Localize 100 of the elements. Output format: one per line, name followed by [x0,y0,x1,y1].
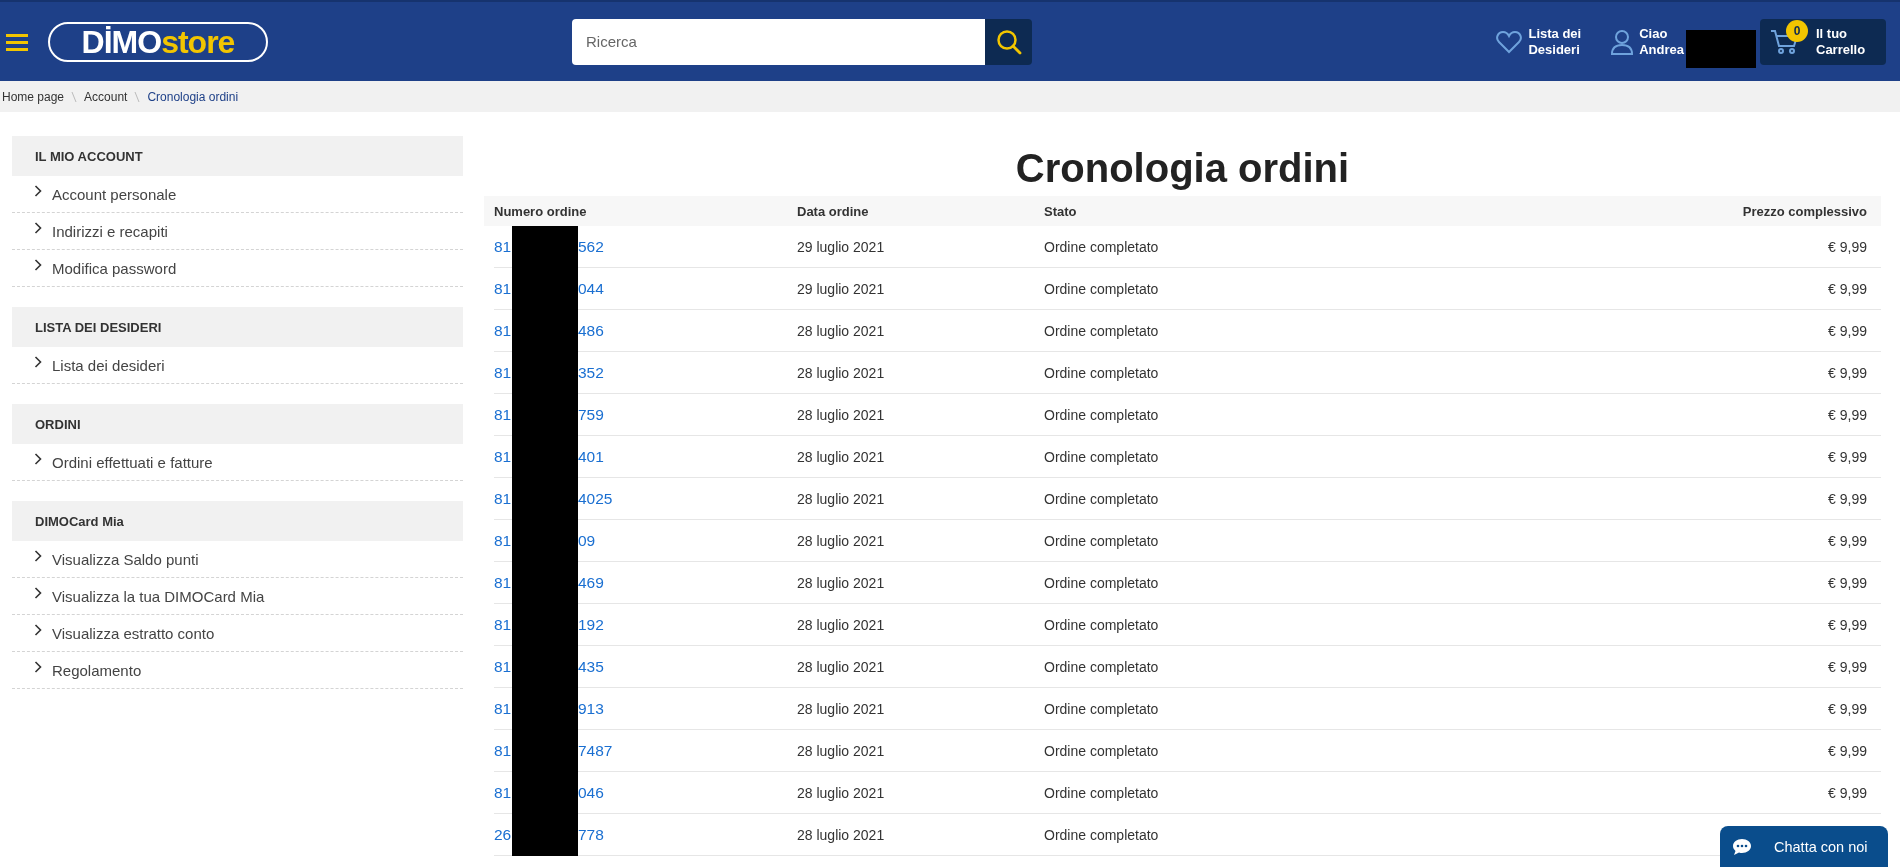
sidebar-link[interactable]: Lista dei desideri [12,347,463,384]
order-date: 28 luglio 2021 [797,700,886,717]
order-price: € 9,99 [1827,616,1868,633]
order-status: Ordine completato [1044,574,1160,591]
sidebar-group-title: LISTA DEI DESIDERI [12,307,463,347]
order-date: 28 luglio 2021 [797,364,886,381]
order-status: Ordine completato [1044,700,1160,717]
store-logo[interactable]: DİMOstore [48,21,268,62]
order-status: Ordine completato [1044,532,1160,549]
sidebar-link[interactable]: Account personale [12,176,463,213]
sidebar-link[interactable]: Visualizza la tua DIMOCard Mia [12,578,463,615]
breadcrumb-link[interactable]: Account [84,89,128,104]
search-button[interactable] [985,18,1032,65]
separator-icon [71,90,78,103]
order-number-link[interactable]: 26 778 [494,825,797,844]
order-status: Ordine completato [1044,826,1160,843]
sidebar-link[interactable]: Indirizzi e recapiti [12,213,463,250]
user-icon[interactable] [1611,28,1634,55]
order-status: Ordine completato [1044,280,1160,297]
chevron-icon [34,661,42,673]
cart-button[interactable]: 0 Il tuo Carrello [1760,18,1886,65]
sidebar-group-title: ORDINI [12,404,463,444]
sidebar-link[interactable]: Ordini effettuati e fatture [12,444,463,481]
order-number-link[interactable]: 81 913 [494,699,797,718]
breadcrumb-link[interactable]: Cronologia ordini [147,89,239,104]
separator-icon [134,90,141,103]
order-status: Ordine completato [1044,322,1160,339]
order-date: 28 luglio 2021 [797,742,886,759]
order-price: € 9,99 [1827,574,1868,591]
search-icon [995,28,1022,55]
order-date: 28 luglio 2021 [797,826,886,843]
chat-button[interactable]: Chatta con noi [1720,826,1888,867]
order-date: 28 luglio 2021 [797,574,886,591]
order-number-link[interactable]: 81 759 [494,405,797,424]
cart-icon [1770,28,1798,55]
chevron-icon [34,185,42,197]
order-price: € 9,99 [1827,364,1868,381]
order-date: 29 luglio 2021 [797,280,886,297]
sidebar-link[interactable]: Regolamento [12,652,463,689]
order-number-link[interactable]: 81 046 [494,783,797,802]
breadcrumb-link[interactable]: Home page [2,89,65,104]
column-header: Stato [1043,203,1078,219]
order-price: € 9,99 [1827,658,1868,675]
order-status: Ordine completato [1044,490,1160,507]
order-price: € 9,99 [1827,532,1868,549]
cart-count-badge: 0 [1786,19,1808,42]
sidebar-group-title: DIMOCard Mia [12,501,463,541]
page-title: Cronologia ordini [1014,145,1351,192]
sidebar-link[interactable]: Visualizza estratto conto [12,615,463,652]
chevron-icon [34,222,42,234]
heart-icon[interactable] [1496,29,1523,54]
order-number-link[interactable]: 81 352 [494,363,797,382]
column-header: Prezzo complessivo [1741,203,1868,219]
order-number-link[interactable]: 81 7487 [494,741,797,760]
order-date: 28 luglio 2021 [797,658,886,675]
column-header: Numero ordine [493,203,588,219]
column-header: Data ordine [796,203,870,219]
chevron-icon [34,587,42,599]
user-greeting[interactable]: Ciao Andrea [1639,25,1684,58]
order-price: € 9,99 [1827,742,1868,759]
chevron-icon [34,453,42,465]
order-price: € 9,99 [1827,784,1868,801]
order-status: Ordine completato [1044,406,1160,423]
menu-icon[interactable] [6,31,28,52]
order-status: Ordine completato [1044,364,1160,381]
order-status: Ordine completato [1044,238,1160,255]
order-number-link[interactable]: 81 435 [494,657,797,676]
order-date: 28 luglio 2021 [797,490,886,507]
sidebar-link[interactable]: Modifica password [12,250,463,287]
order-number-link[interactable]: 81 09 [494,531,797,550]
order-number-link[interactable]: 81 4025 [494,489,797,508]
chevron-icon [34,550,42,562]
sidebar-link[interactable]: Visualizza Saldo punti [12,541,463,578]
chevron-icon [34,624,42,636]
order-number-link[interactable]: 81 562 [494,237,797,256]
order-date: 28 luglio 2021 [797,322,886,339]
order-number-link[interactable]: 81 401 [494,447,797,466]
order-status: Ordine completato [1044,784,1160,801]
order-date: 29 luglio 2021 [797,238,886,255]
order-price: € 9,99 [1827,490,1868,507]
wishlist-link[interactable]: Lista dei Desideri [1528,25,1582,58]
order-price: € 9,99 [1827,406,1868,423]
order-number-link[interactable]: 81 469 [494,573,797,592]
order-price: € 9,99 [1827,280,1868,297]
order-price: € 9,99 [1827,448,1868,465]
order-status: Ordine completato [1044,448,1160,465]
chevron-icon [34,259,42,271]
chat-bubble-icon [1732,837,1752,856]
order-date: 28 luglio 2021 [797,616,886,633]
order-price: € 9,99 [1827,700,1868,717]
order-number-link[interactable]: 81 044 [494,279,797,298]
order-number-link[interactable]: 81 486 [494,321,797,340]
sidebar-group-title: IL MIO ACCOUNT [12,136,463,176]
order-price: € 9,99 [1827,322,1868,339]
order-price: € 9,99 [1827,238,1868,255]
order-status: Ordine completato [1044,658,1160,675]
order-date: 28 luglio 2021 [797,784,886,801]
order-number-link[interactable]: 81 192 [494,615,797,634]
order-status: Ordine completato [1044,742,1160,759]
order-date: 28 luglio 2021 [797,448,886,465]
